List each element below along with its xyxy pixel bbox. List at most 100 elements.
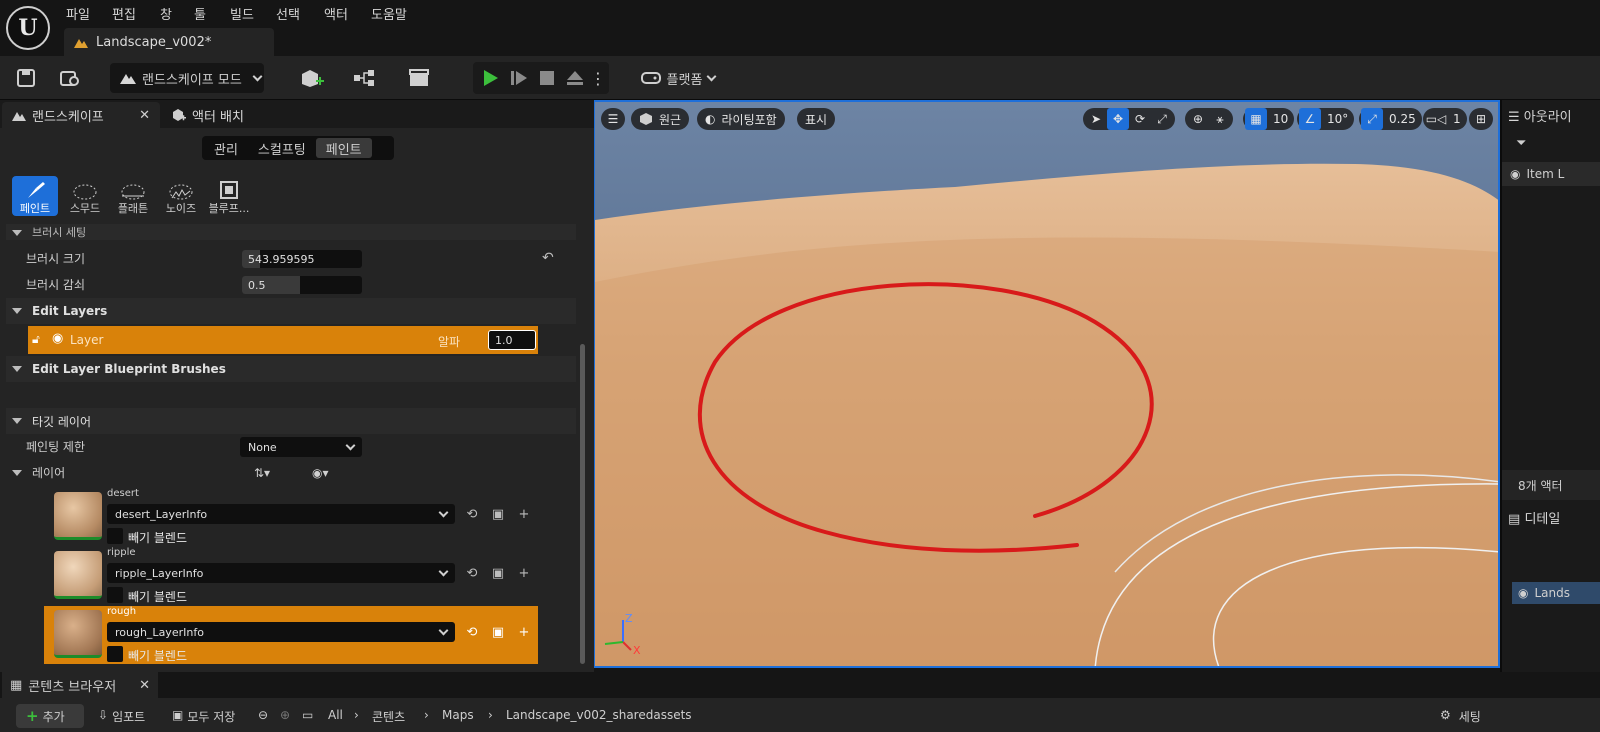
lighting-button[interactable]: ◐ 라이팅포함	[697, 108, 785, 130]
menu-actor[interactable]: 액터	[324, 4, 348, 23]
layer-item-ripple[interactable]: ripple ripple_LayerInfo ⟲ ▣ + 빼기 블렌드	[44, 547, 538, 605]
menu-build[interactable]: 빌드	[230, 4, 254, 23]
use-asset-icon[interactable]: ⟲	[464, 506, 480, 522]
import-button[interactable]: ⇩ 임포트	[98, 708, 145, 725]
eject-icon[interactable]	[561, 63, 589, 93]
menu-select[interactable]: 선택	[276, 4, 300, 23]
more-options-icon[interactable]: ⋮	[589, 63, 607, 93]
eye-icon[interactable]: ◉	[1510, 167, 1520, 181]
settings-button[interactable]: ⚙ 세팅	[1440, 708, 1481, 725]
outliner-tab[interactable]: ☰ 아웃라이	[1508, 106, 1572, 125]
segment-paint[interactable]: 페인트	[315, 138, 372, 158]
scale-icon[interactable]: ⤢	[1151, 108, 1173, 130]
save-all-button[interactable]: ▣ 모두 저장	[172, 708, 235, 725]
viewport-menu-button[interactable]: ☰	[601, 108, 625, 130]
blueprint-button[interactable]	[346, 63, 386, 93]
alpha-input[interactable]: 1.0	[488, 330, 536, 350]
tab-place-actors[interactable]: 액터 배치	[162, 102, 254, 128]
rotation-snap[interactable]: ∠ 10°	[1297, 108, 1355, 130]
eye-icon[interactable]: ◉	[52, 331, 63, 346]
step-icon[interactable]	[505, 63, 533, 93]
reset-icon[interactable]: ↶	[542, 250, 554, 266]
breadcrumb-maps[interactable]: Maps	[442, 708, 474, 722]
use-asset-icon[interactable]: ⟲	[464, 624, 480, 640]
rotate-icon[interactable]: ⟳	[1129, 108, 1151, 130]
play-icon[interactable]	[477, 63, 505, 93]
close-icon[interactable]: ✕	[139, 678, 150, 693]
layout-button[interactable]: ⊞	[1469, 108, 1493, 130]
tool-flatten[interactable]: 플래튼	[110, 176, 156, 216]
add-icon[interactable]: +	[516, 624, 532, 640]
edit-layers-header[interactable]: Edit Layers	[6, 298, 576, 324]
use-asset-icon[interactable]: ⟲	[464, 565, 480, 581]
filter-icon[interactable]: ⏷	[1516, 136, 1526, 151]
browse-folder-icon[interactable]: ▣	[490, 565, 506, 581]
subtractive-blend-checkbox[interactable]	[107, 587, 123, 603]
layer-info-dropdown[interactable]: desert_LayerInfo	[107, 504, 455, 524]
scale-snap[interactable]: ⤢ 0.25	[1359, 108, 1422, 130]
menu-help[interactable]: 도움말	[371, 4, 407, 23]
menu-file[interactable]: 파일	[66, 4, 90, 23]
menu-window[interactable]: 창	[160, 4, 172, 23]
paint-restriction-dropdown[interactable]: None	[240, 437, 362, 457]
layer-info-value: desert_LayerInfo	[115, 507, 208, 521]
tool-blueprint[interactable]: 블루프...	[206, 176, 252, 216]
level-viewport[interactable]: Z X ☰ 원근 ◐ 라이팅포함 표시 ➤ ✥ ⟳ ⤢ ⊕ ⚹ ▦ 10 ∠ 1…	[594, 100, 1500, 668]
world-globe-icon[interactable]: ⊕	[1187, 108, 1209, 130]
tool-paint[interactable]: 페인트	[12, 176, 58, 216]
save-icon[interactable]	[12, 63, 40, 93]
content-browser-tab[interactable]: ▦ 콘텐츠 브라우저 ✕	[2, 672, 158, 698]
brush-size-input[interactable]: 543.959595	[242, 250, 362, 268]
add-icon[interactable]: +	[516, 565, 532, 581]
close-icon[interactable]: ✕	[139, 108, 150, 123]
tool-noise[interactable]: 노이즈	[158, 176, 204, 216]
segment-manage[interactable]: 관리	[204, 138, 248, 158]
back-icon[interactable]: ⊖	[258, 708, 268, 722]
add-actor-button[interactable]	[292, 63, 332, 93]
layer-info-dropdown[interactable]: rough_LayerInfo	[107, 622, 455, 642]
tool-smooth[interactable]: 스무드	[62, 176, 108, 216]
subtractive-blend-checkbox[interactable]	[107, 528, 123, 544]
add-button[interactable]: + 추가	[16, 704, 84, 728]
surface-snap-icon[interactable]: ⚹	[1209, 108, 1231, 130]
details-selected-item[interactable]: ◉ Lands	[1512, 582, 1600, 604]
panel-scrollbar[interactable]	[580, 344, 585, 664]
forward-icon[interactable]: ⊕	[280, 708, 290, 722]
browse-folder-icon[interactable]: ▣	[490, 624, 506, 640]
segment-sculpt[interactable]: 스컬프팅	[248, 138, 316, 158]
details-tab[interactable]: ▤ 디테일	[1508, 508, 1560, 527]
stop-icon[interactable]	[533, 63, 561, 93]
layer-item-desert[interactable]: desert desert_LayerInfo ⟲ ▣ + 빼기 블렌드	[44, 488, 538, 546]
cinematics-button[interactable]	[400, 63, 440, 93]
brush-falloff-input[interactable]: 0.5	[242, 276, 362, 294]
select-cursor-icon[interactable]: ➤	[1085, 108, 1107, 130]
menu-tools[interactable]: 툴	[194, 4, 206, 23]
breadcrumb-landscape-sharedassets[interactable]: Landscape_v002_sharedassets	[506, 708, 692, 722]
browse-folder-icon[interactable]: ▣	[490, 506, 506, 522]
layer-item-rough[interactable]: rough rough_LayerInfo ⟲ ▣ + 빼기 블렌드	[44, 606, 538, 664]
breadcrumb-all[interactable]: All	[328, 708, 343, 722]
visibility-icon[interactable]: ◉▾	[312, 466, 329, 480]
edit-layer-row[interactable]: 🔓︎ ◉ Layer 알파 1.0	[28, 326, 538, 354]
perspective-button[interactable]: 원근	[631, 108, 690, 130]
target-layers-header[interactable]: 타깃 레이어	[6, 408, 576, 434]
menu-edit[interactable]: 편집	[112, 4, 136, 23]
breadcrumb-content[interactable]: 콘텐츠	[372, 708, 405, 725]
platform-button[interactable]: 플랫폼	[636, 63, 720, 93]
move-icon[interactable]: ✥	[1107, 108, 1129, 130]
show-button[interactable]: 표시	[797, 108, 836, 130]
camera-speed[interactable]: ▭◁ 1	[1423, 108, 1467, 130]
layer-info-dropdown[interactable]: ripple_LayerInfo	[107, 563, 455, 583]
subtractive-blend-checkbox[interactable]	[107, 646, 123, 662]
document-tab[interactable]: Landscape_v002*	[64, 28, 274, 56]
add-icon[interactable]: +	[516, 506, 532, 522]
brush-settings-header[interactable]: 브러시 세팅	[6, 224, 576, 240]
blueprint-brushes-header[interactable]: Edit Layer Blueprint Brushes	[6, 356, 576, 382]
tab-landscape[interactable]: 랜드스케이프 ✕	[2, 102, 160, 128]
grid-snap[interactable]: ▦ 10	[1243, 108, 1295, 130]
sort-icon[interactable]: ⇅▾	[254, 466, 270, 480]
unlock-icon[interactable]: 🔓︎	[32, 332, 40, 347]
unreal-logo[interactable]: U	[6, 6, 50, 50]
mode-selector[interactable]: 랜드스케이프 모드	[110, 63, 264, 93]
browse-icon[interactable]	[56, 63, 84, 93]
